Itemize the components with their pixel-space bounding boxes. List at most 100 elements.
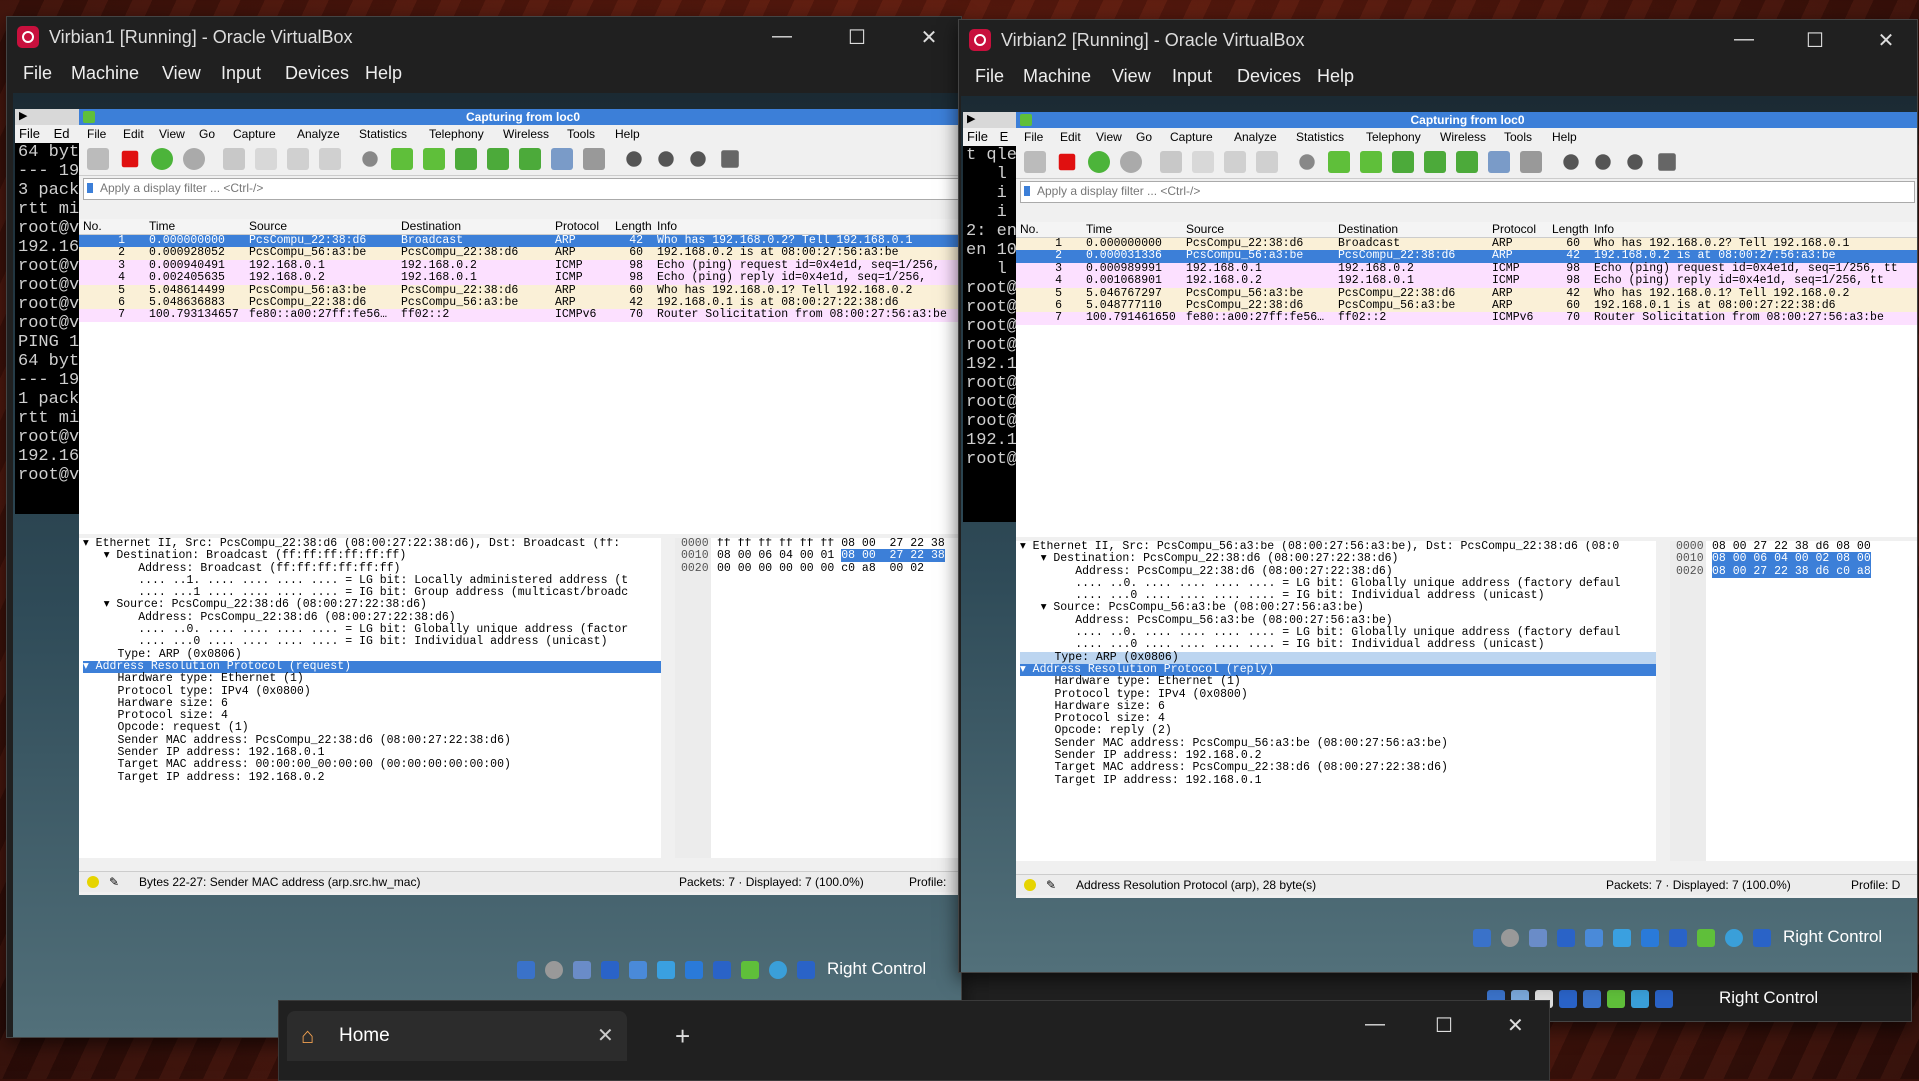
ws-menu-view[interactable]: View — [1096, 128, 1122, 146]
ws-menu-wireless[interactable]: Wireless — [1440, 128, 1486, 146]
status-profile[interactable]: Profile: D — [1851, 875, 1900, 895]
terminal-menu-file[interactable]: File — [967, 129, 988, 144]
ws-menu-view[interactable]: View — [159, 125, 185, 143]
restart-capture-icon[interactable] — [1088, 151, 1110, 173]
col-time[interactable]: Time — [1086, 222, 1112, 236]
resize-columns-icon[interactable] — [721, 150, 739, 168]
filter-bookmark-icon[interactable] — [87, 183, 93, 193]
autoscroll-icon[interactable] — [1488, 151, 1510, 173]
expert-info-icon[interactable] — [87, 876, 99, 888]
packet-row[interactable]: 4 0.001068901 192.168.0.2 192.168.0.1 ICMP 98… — [1016, 274, 1917, 288]
wireshark-window[interactable]: Capturing from loc0 File Edit View Go Ca… — [1016, 112, 1917, 898]
col-source[interactable]: Source — [249, 219, 287, 233]
ws-menu-wireless[interactable]: Wireless — [503, 125, 549, 143]
ws-menu-analyze[interactable]: Analyze — [1234, 128, 1277, 146]
close-file-icon[interactable] — [1224, 151, 1246, 173]
ws-menu-statistics[interactable]: Statistics — [359, 125, 407, 143]
colorize-icon[interactable] — [583, 148, 605, 170]
open-file-icon[interactable] — [223, 148, 245, 170]
maximize-icon[interactable]: ☐ — [1435, 1013, 1453, 1038]
menu-file[interactable]: File — [23, 63, 52, 84]
close-icon[interactable]: ✕ — [909, 25, 949, 50]
find-packet-icon[interactable] — [362, 151, 378, 167]
capture-options-icon[interactable] — [183, 148, 205, 170]
virtualbox-window-virbian2[interactable]: Virbian2 [Running] - Oracle VirtualBox —… — [958, 19, 1918, 973]
detail-tree-item[interactable]: Target IP address: 192.168.0.2 — [83, 771, 661, 784]
go-back-icon[interactable] — [391, 148, 413, 170]
go-forward-icon[interactable] — [423, 148, 445, 170]
col-destination[interactable]: Destination — [401, 219, 461, 233]
start-capture-icon[interactable] — [1024, 151, 1046, 173]
go-last-icon[interactable] — [1456, 151, 1478, 173]
edit-comment-icon[interactable]: ✎ — [1046, 875, 1056, 895]
hex-row[interactable]: 00 00 00 00 00 00 c0 a8 00 02 — [717, 562, 945, 575]
network-icon[interactable] — [601, 961, 619, 979]
menu-file[interactable]: File — [975, 66, 1004, 87]
filter-bookmark-icon[interactable] — [1024, 186, 1030, 196]
reload-icon[interactable] — [319, 148, 341, 170]
home-window[interactable]: ⌂ Home ✕ + — ☐ ✕ — [278, 1000, 1550, 1081]
col-destination[interactable]: Destination — [1338, 222, 1398, 236]
col-protocol[interactable]: Protocol — [555, 219, 599, 233]
packet-bytes-pane[interactable]: 0000 0010 0020 ff ff ff ff ff ff 08 00 27 … — [675, 538, 961, 858]
cpu-icon[interactable] — [1725, 929, 1743, 947]
ws-menu-edit[interactable]: Edit — [1060, 128, 1081, 146]
network-icon[interactable] — [1557, 929, 1575, 947]
hex-row[interactable]: 08 00 27 22 38 d6 c0 a8 — [1712, 564, 1871, 578]
terminal-titlebar[interactable]: ▶ — [15, 109, 81, 125]
title-bar[interactable]: Virbian1 [Running] - Oracle VirtualBox —… — [7, 17, 961, 57]
detail-tree-item[interactable]: Hardware type: Ethernet (1) — [83, 672, 661, 685]
packet-row[interactable]: 7 100.791461650 fe80::a00:27ff:fe56… ff02::… — [1016, 311, 1917, 325]
col-source[interactable]: Source — [1186, 222, 1224, 236]
virtualbox-window-virbian1[interactable]: Virbian1 [Running] - Oracle VirtualBox —… — [6, 16, 962, 1038]
ws-menu-go[interactable]: Go — [199, 125, 215, 143]
packet-list[interactable]: No. Time Source Destination Protocol Len… — [1016, 222, 1917, 537]
packet-bytes-pane[interactable]: 0000 0010 0020 08 00 27 22 38 d6 08 00 08 0… — [1670, 541, 1917, 861]
display-filter-input[interactable]: Apply a display filter ... <Ctrl-/> — [1020, 181, 1915, 203]
col-protocol[interactable]: Protocol — [1492, 222, 1536, 236]
video-capture-icon[interactable] — [713, 961, 731, 979]
terminal-window[interactable]: ▶ File E t qle l i i 2: en en 10 l root@ roo… — [963, 112, 1019, 522]
start-capture-icon[interactable] — [87, 148, 109, 170]
save-file-icon[interactable] — [255, 148, 277, 170]
ws-menu-analyze[interactable]: Analyze — [297, 125, 340, 143]
go-to-packet-icon[interactable] — [1392, 151, 1414, 173]
detail-tree-item[interactable]: Protocol type: IPv4 (0x0800) — [83, 685, 661, 698]
maximize-icon[interactable]: ☐ — [1795, 28, 1835, 53]
detail-tree-item[interactable]: .... ...0 .... .... .... .... = IG bit: … — [1020, 639, 1656, 652]
guest-display[interactable]: ▶ File Ed 64 byt --- 19 3 pack rtt mi root@v… — [13, 93, 961, 1037]
close-icon[interactable]: ✕ — [1507, 1013, 1524, 1038]
status-profile[interactable]: Profile: — [909, 872, 946, 892]
col-time[interactable]: Time — [149, 219, 175, 233]
packet-list[interactable]: No. Time Source Destination Protocol Len… — [79, 219, 961, 534]
audio-icon[interactable] — [573, 961, 591, 979]
ws-menu-help[interactable]: Help — [1552, 128, 1577, 146]
zoom-in-icon[interactable] — [1563, 154, 1579, 170]
detail-tree-item[interactable]: ▾ Destination: Broadcast (ff:ff:ff:ff:ff… — [83, 549, 661, 562]
ws-menu-help[interactable]: Help — [615, 125, 640, 143]
packet-details-pane[interactable]: ▾ Ethernet II, Src: PcsCompu_22:38:d6 (0… — [79, 538, 661, 858]
mouse-integration-icon[interactable] — [797, 961, 815, 979]
reload-icon[interactable] — [1256, 151, 1278, 173]
terminal-window[interactable]: ▶ File Ed 64 byt --- 19 3 pack rtt mi root@v… — [15, 109, 81, 514]
detail-tree-item[interactable]: Target MAC address: PcsCompu_22:38:d6 (0… — [1020, 762, 1656, 775]
ws-menu-edit[interactable]: Edit — [123, 125, 144, 143]
menu-help[interactable]: Help — [365, 63, 402, 84]
detail-tree-item[interactable]: Protocol type: IPv4 (0x0800) — [1020, 688, 1656, 701]
shared-folders-icon[interactable] — [657, 961, 675, 979]
cpu-icon[interactable] — [769, 961, 787, 979]
zoom-in-icon[interactable] — [626, 151, 642, 167]
menu-view[interactable]: View — [162, 63, 201, 84]
zoom-normal-icon[interactable] — [1627, 154, 1643, 170]
zoom-normal-icon[interactable] — [690, 151, 706, 167]
ws-menu-capture[interactable]: Capture — [233, 125, 276, 143]
capture-options-icon[interactable] — [1120, 151, 1142, 173]
resize-columns-icon[interactable] — [1658, 153, 1676, 171]
detail-tree-item[interactable]: Hardware type: Ethernet (1) — [1020, 675, 1656, 688]
col-no[interactable]: No. — [1020, 222, 1039, 236]
close-file-icon[interactable] — [287, 148, 309, 170]
detail-tree-item[interactable]: ▾ Source: PcsCompu_56:a3:be (08:00:27:56… — [1020, 602, 1656, 615]
hex-row[interactable]: 08 00 06 04 00 02 08 00 — [1712, 552, 1871, 566]
ws-menu-statistics[interactable]: Statistics — [1296, 128, 1344, 146]
col-info[interactable]: Info — [1594, 222, 1614, 236]
